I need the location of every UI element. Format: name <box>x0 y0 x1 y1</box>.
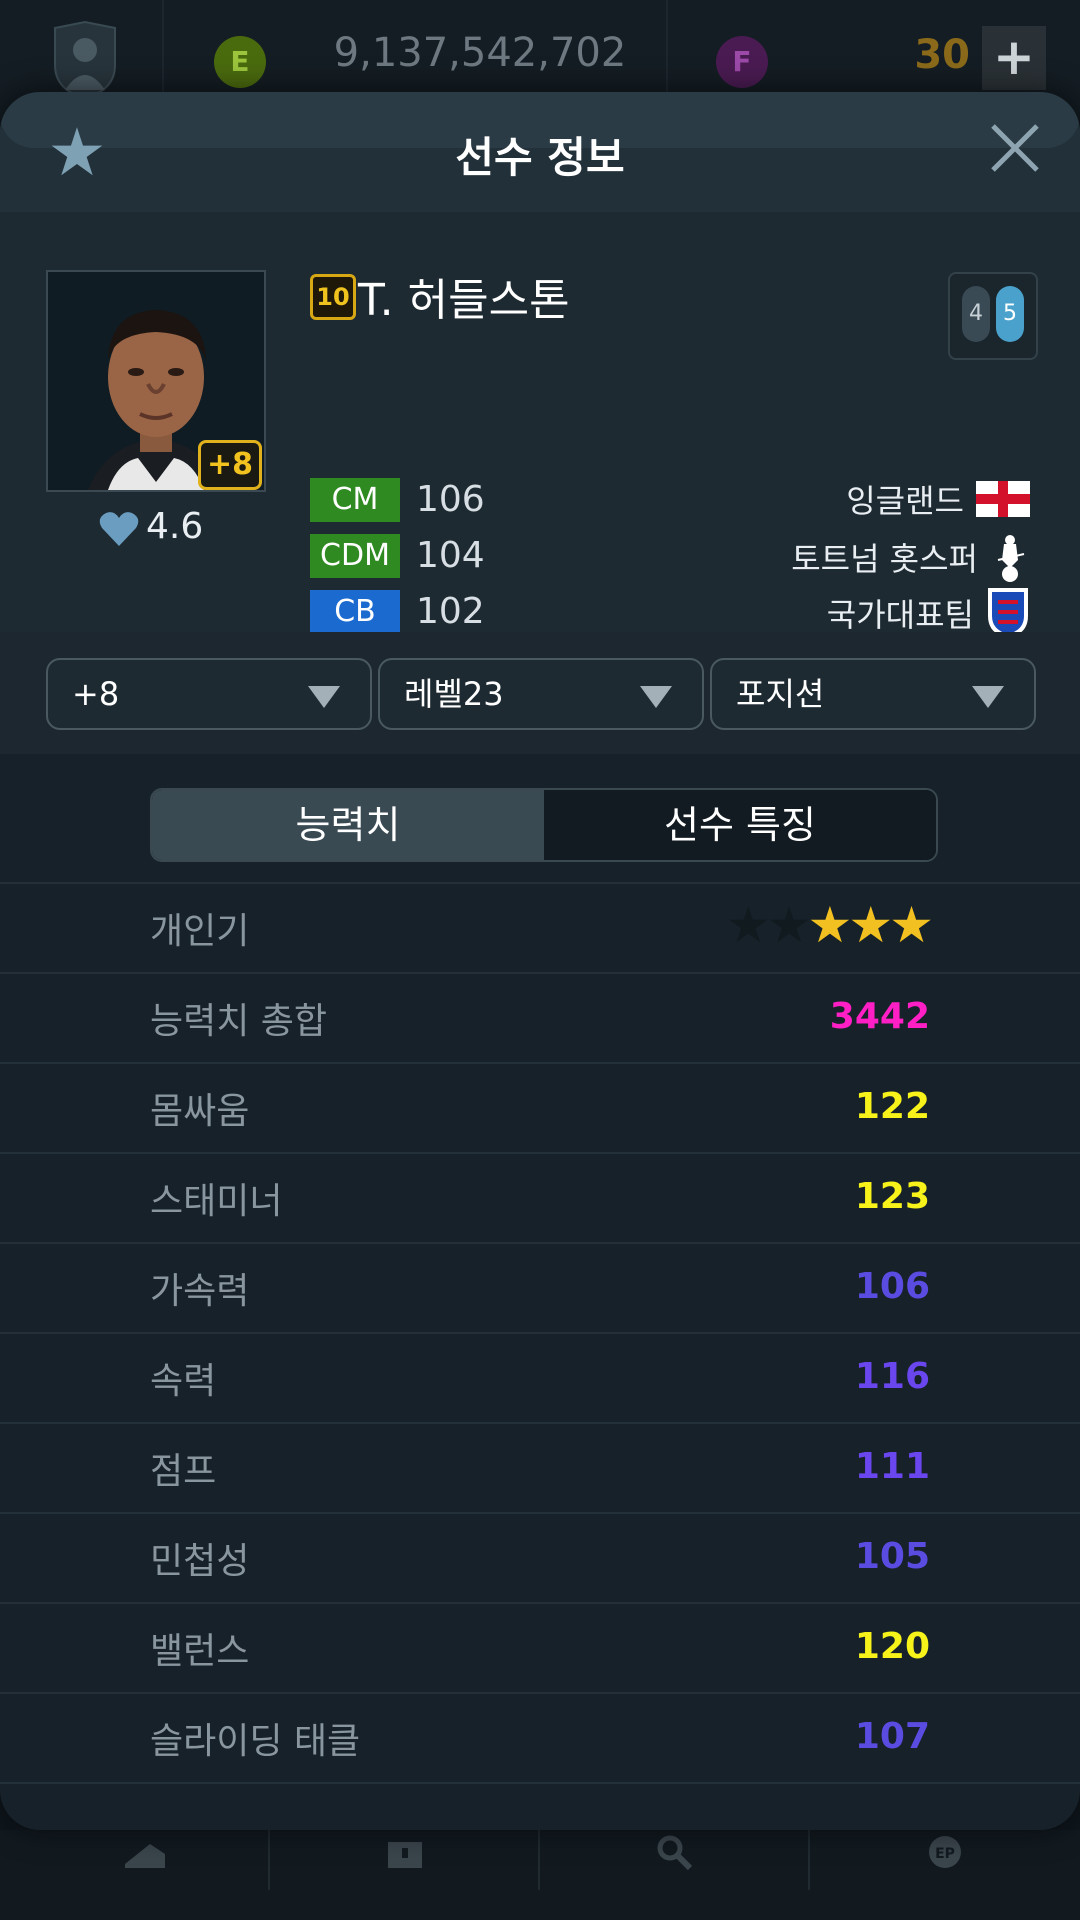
level-dropdown[interactable]: 레벨23 <box>378 658 704 730</box>
season-badge: 10 <box>310 274 356 320</box>
chevron-down-icon <box>972 686 1004 708</box>
star-empty-icon: ★ <box>766 896 812 954</box>
fc-balance: 30 <box>914 32 970 78</box>
ep-balance: 9,137,542,702 <box>333 30 627 76</box>
star-empty-icon: ★ <box>725 896 771 954</box>
modal-title: 선수 정보 <box>455 133 625 182</box>
close-icon[interactable] <box>985 118 1045 178</box>
stat-row: 민첩성 105 <box>0 1512 1080 1602</box>
position-dropdown[interactable]: 포지션 <box>710 658 1036 730</box>
filter-bar: +8 레벨23 포지션 <box>0 632 1080 754</box>
chevron-down-icon <box>308 686 340 708</box>
stat-value: 123 <box>854 1176 930 1217</box>
stat-label: 속력 <box>150 1361 217 1402</box>
stat-value: 107 <box>854 1716 930 1757</box>
england-flag-icon <box>976 481 1030 517</box>
dropdown-label: 레벨23 <box>404 675 504 713</box>
stat-label: 민첩성 <box>150 1541 250 1582</box>
enhance-level-dropdown[interactable]: +8 <box>46 658 372 730</box>
dropdown-label: +8 <box>72 675 120 713</box>
modal-header: ★ 선수 정보 <box>0 92 1080 212</box>
star-filled-icon: ★ <box>807 896 853 954</box>
bottom-navigation: EP <box>0 1830 1080 1920</box>
position-ovr: 102 <box>416 591 485 632</box>
svg-text:EP: EP <box>935 1846 955 1862</box>
player-profile: +8 4.6 10 T. 허들스톤 4 5 CM 106 CDM 104 CB … <box>0 212 1080 685</box>
player-name: T. 허들스톤 <box>358 275 570 326</box>
tab-stats[interactable]: 능력치 <box>152 790 544 860</box>
stat-label: 개인기 <box>150 911 250 952</box>
weak-foot-indicator: 4 5 <box>948 272 1038 360</box>
stat-label: 능력치 총합 <box>150 1001 328 1042</box>
national-team-info: 국가대표팀 <box>826 586 1030 638</box>
heart-icon <box>99 512 139 546</box>
stat-row: 능력치 총합 3442 <box>0 972 1080 1062</box>
dropdown-label: 포지션 <box>736 675 825 713</box>
nav-locker-icon[interactable] <box>380 1834 430 1874</box>
stat-row: 가속력 106 <box>0 1242 1080 1332</box>
national-team-name: 국가대표팀 <box>826 596 974 634</box>
position-ovr: 104 <box>416 535 485 576</box>
stat-label: 슬라이딩 태클 <box>150 1721 361 1762</box>
stat-value: 105 <box>854 1536 930 1577</box>
star-filled-icon: ★ <box>889 896 934 954</box>
player-info-modal: ★ 선수 정보 +8 4.6 10 T. 허들스톤 4 5 CM 106 CDM… <box>0 92 1080 1830</box>
stat-row-skill-moves: 개인기 ★★★★★ <box>0 882 1080 972</box>
club-info: 토트넘 홋스퍼 <box>791 530 1030 582</box>
tab-traits[interactable]: 선수 특징 <box>544 790 936 860</box>
info-tabs: 능력치 선수 특징 <box>150 788 938 862</box>
stat-value: 3442 <box>829 996 930 1037</box>
stat-value: 120 <box>854 1626 930 1667</box>
rating-value: 4.6 <box>146 506 204 547</box>
stat-row: 스태미너 123 <box>0 1152 1080 1242</box>
nav-search-icon[interactable] <box>650 1834 700 1874</box>
position-ovr: 106 <box>416 479 485 520</box>
stat-label: 스태미너 <box>150 1181 283 1222</box>
nav-ep-shop-icon[interactable]: EP <box>920 1834 970 1874</box>
stat-row: 속력 116 <box>0 1332 1080 1422</box>
chevron-down-icon <box>640 686 672 708</box>
add-fc-button[interactable]: + <box>982 26 1046 90</box>
stat-row: 슬라이딩 태클 107 <box>0 1692 1080 1784</box>
star-filled-icon: ★ <box>848 896 893 954</box>
nav-squad-icon[interactable] <box>120 1834 170 1874</box>
manager-avatar-icon[interactable] <box>50 20 120 100</box>
nation-name: 잉글랜드 <box>846 482 964 520</box>
stat-label: 점프 <box>150 1451 217 1492</box>
stats-list: 개인기 ★★★★★ 능력치 총합 3442 몸싸움 122 스태미너 123 가속력 1… <box>0 882 1080 1784</box>
fc-currency-icon: F <box>716 36 768 88</box>
nation-info: 잉글랜드 <box>846 476 1030 526</box>
stat-value: 116 <box>854 1356 930 1397</box>
stat-value: 122 <box>854 1086 930 1127</box>
right-foot-icon: 5 <box>996 286 1024 342</box>
stat-label: 가속력 <box>150 1271 250 1312</box>
enhance-level-badge: +8 <box>198 440 262 490</box>
stat-label: 몸싸움 <box>150 1091 250 1132</box>
position-badge: CM <box>310 478 400 522</box>
player-photo: +8 <box>46 270 266 492</box>
position-badge: CDM <box>310 534 400 578</box>
stat-label: 밸런스 <box>150 1631 250 1672</box>
position-badge: CB <box>310 590 400 634</box>
ep-currency-icon: E <box>214 36 266 88</box>
skill-stars: ★★★★★ <box>725 896 934 956</box>
stat-value: 111 <box>854 1446 930 1487</box>
club-name: 토트넘 홋스퍼 <box>791 540 978 578</box>
stat-row: 몸싸움 122 <box>0 1062 1080 1152</box>
stat-row: 점프 111 <box>0 1422 1080 1512</box>
stat-row: 밸런스 120 <box>0 1602 1080 1692</box>
stat-value: 106 <box>854 1266 930 1307</box>
tottenham-crest-icon <box>990 530 1030 584</box>
left-foot-icon: 4 <box>962 286 990 342</box>
